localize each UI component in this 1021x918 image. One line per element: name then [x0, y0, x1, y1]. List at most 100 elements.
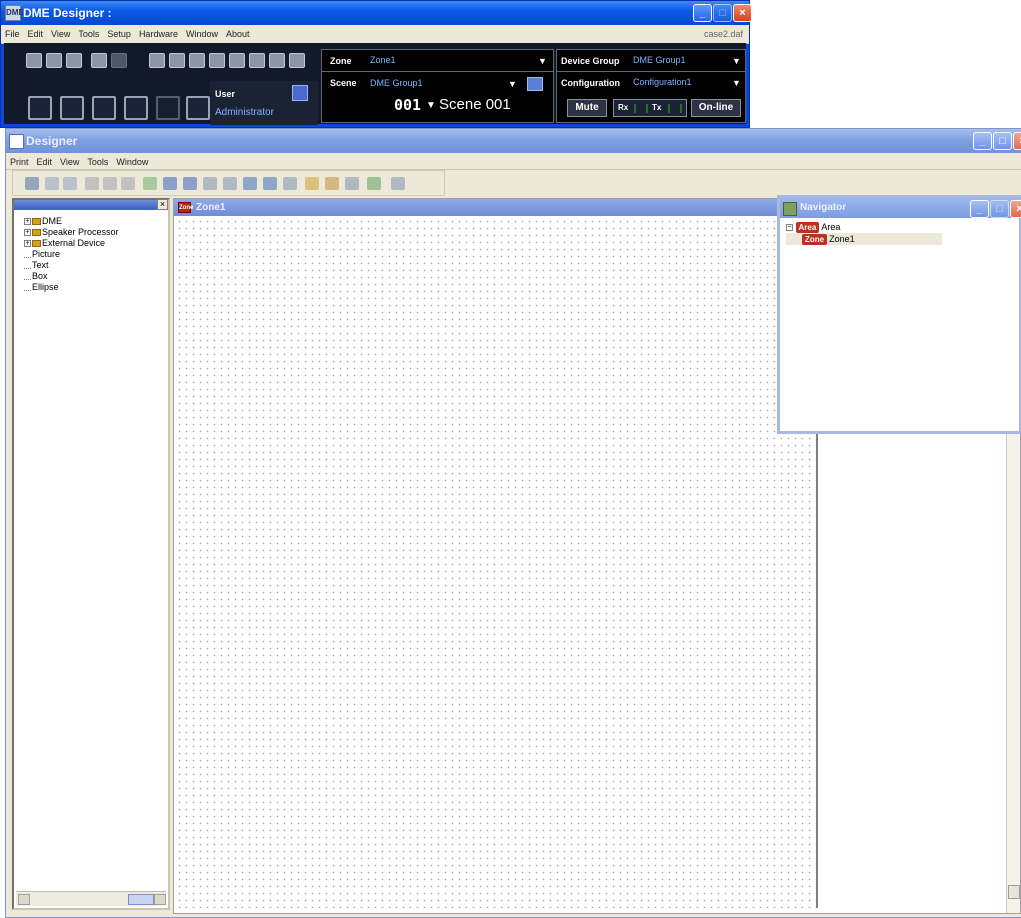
print-icon[interactable] — [25, 177, 39, 190]
area-label: Area — [821, 222, 841, 232]
undo-icon[interactable] — [45, 177, 59, 190]
scene-dropdown-icon[interactable]: ▼ — [426, 100, 436, 111]
scroll-thumb[interactable] — [128, 894, 154, 905]
menu-tools[interactable]: Tools — [83, 153, 112, 171]
refresh-icon[interactable] — [111, 53, 127, 68]
menu-edit[interactable]: Edit — [33, 153, 57, 171]
menu-tools[interactable]: Tools — [74, 25, 103, 43]
midi-icon[interactable] — [209, 53, 225, 68]
tree-item-speaker-processor[interactable]: + Speaker Processor — [14, 227, 168, 238]
mute-button[interactable]: Mute — [567, 99, 607, 117]
designer-maximize-button[interactable]: □ — [993, 132, 1012, 150]
wire-icon[interactable] — [169, 53, 185, 68]
zone-dropdown-icon[interactable]: ▼ — [538, 56, 547, 66]
tree-item-dme[interactable]: + DME — [14, 216, 168, 227]
navigator-item-zone[interactable]: Zone Zone1 — [786, 233, 942, 245]
dme-designer-icon[interactable] — [28, 96, 52, 120]
close-button[interactable]: × — [733, 4, 752, 22]
wire-icon[interactable] — [223, 177, 237, 190]
timer-icon[interactable] — [186, 96, 210, 120]
navigator-maximize-button[interactable]: □ — [990, 200, 1009, 218]
tree-item-ellipse[interactable]: Ellipse — [14, 282, 168, 293]
monitor-icon[interactable] — [229, 53, 245, 68]
navigator-item-area[interactable]: − Area Area — [786, 221, 1019, 233]
minimize-button[interactable]: _ — [693, 4, 712, 22]
tree-item-box[interactable]: Box — [14, 271, 168, 282]
undo-icon[interactable] — [66, 53, 82, 68]
zoom-dropdown-icon[interactable] — [391, 177, 405, 190]
tree-item-picture[interactable]: Picture — [14, 249, 168, 260]
expand-icon[interactable]: + — [24, 240, 31, 248]
configuration-value[interactable]: Configuration1 — [633, 77, 692, 87]
dme-title-bar: DME DME Designer : _ □ × — [1, 1, 752, 25]
zone-badge: Zone — [802, 234, 828, 245]
designer-close-button[interactable]: × — [1013, 132, 1021, 150]
device-config-panel: Device Group DME Group1 ▼ Configuration … — [556, 49, 746, 123]
connect-icon[interactable] — [345, 177, 359, 190]
redo-icon[interactable] — [91, 53, 107, 68]
pointer-icon[interactable] — [305, 177, 319, 190]
menu-view[interactable]: View — [56, 153, 83, 171]
user-icon[interactable] — [292, 85, 308, 101]
menu-view[interactable]: View — [47, 25, 74, 43]
menu-about[interactable]: About — [222, 25, 254, 43]
expand-icon[interactable]: + — [24, 218, 31, 226]
menu-setup[interactable]: Setup — [103, 25, 135, 43]
scroll-right-icon[interactable] — [154, 894, 166, 905]
collapse-icon[interactable]: − — [786, 224, 793, 232]
menu-print[interactable]: Print — [6, 153, 33, 171]
scroll-down-icon[interactable] — [1008, 885, 1020, 899]
copy-icon[interactable] — [103, 177, 117, 190]
tree-item-text[interactable]: Text — [14, 260, 168, 271]
maximize-button[interactable]: □ — [713, 4, 732, 22]
designer-minimize-button[interactable]: _ — [973, 132, 992, 150]
menu-hardware[interactable]: Hardware — [135, 25, 182, 43]
rotate-icon[interactable] — [283, 177, 297, 190]
tree-horizontal-scrollbar[interactable] — [16, 891, 166, 906]
page-icon[interactable] — [156, 96, 180, 120]
open-file-icon[interactable] — [26, 53, 42, 68]
device-group-value[interactable]: DME Group1 — [633, 55, 686, 65]
scene-name[interactable]: Scene 001 — [439, 96, 511, 113]
menu-window[interactable]: Window — [112, 153, 152, 171]
scene-store-icon[interactable] — [527, 77, 543, 91]
ungroup-icon[interactable] — [263, 177, 277, 190]
expand-icon[interactable]: + — [24, 229, 31, 237]
online-button[interactable]: On-line — [691, 99, 741, 117]
navigator-minimize-button[interactable]: _ — [970, 200, 989, 218]
clock-icon[interactable] — [249, 53, 265, 68]
tree-item-label: Box — [32, 271, 48, 281]
scene-group-dropdown-icon[interactable]: ▼ — [508, 79, 517, 89]
link-icon[interactable] — [203, 177, 217, 190]
port-icon[interactable] — [289, 53, 305, 68]
design-grid-canvas[interactable] — [176, 218, 818, 908]
configuration-dropdown-icon[interactable]: ▼ — [732, 78, 741, 88]
parts-icon[interactable] — [143, 177, 157, 190]
tree-item-external-device[interactable]: + External Device — [14, 238, 168, 249]
tree-close-icon[interactable]: × — [157, 199, 168, 210]
folder-icon — [32, 218, 41, 226]
save-icon[interactable] — [46, 53, 62, 68]
scene-group[interactable]: DME Group1 — [370, 78, 423, 88]
copy-icon[interactable] — [60, 96, 84, 120]
component-icon[interactable] — [149, 53, 165, 68]
arc-icon[interactable] — [163, 177, 177, 190]
menu-window[interactable]: Window — [182, 25, 222, 43]
navigator-close-button[interactable]: × — [1010, 200, 1021, 218]
upload-icon[interactable] — [124, 96, 148, 120]
menu-edit[interactable]: Edit — [24, 25, 48, 43]
scroll-left-icon[interactable] — [18, 894, 30, 905]
gpi-icon[interactable] — [189, 53, 205, 68]
group-icon[interactable] — [243, 177, 257, 190]
menu-file[interactable]: File — [1, 25, 24, 43]
device-group-dropdown-icon[interactable]: ▼ — [732, 56, 741, 66]
hand-icon[interactable] — [325, 177, 339, 190]
redo-icon[interactable] — [63, 177, 77, 190]
download-icon[interactable] — [92, 96, 116, 120]
zone-value[interactable]: Zone1 — [370, 55, 396, 65]
paste-icon[interactable] — [121, 177, 135, 190]
cut-icon[interactable] — [85, 177, 99, 190]
transfer-icon[interactable] — [269, 53, 285, 68]
zoom-icon[interactable] — [367, 177, 381, 190]
align-icon[interactable] — [183, 177, 197, 190]
